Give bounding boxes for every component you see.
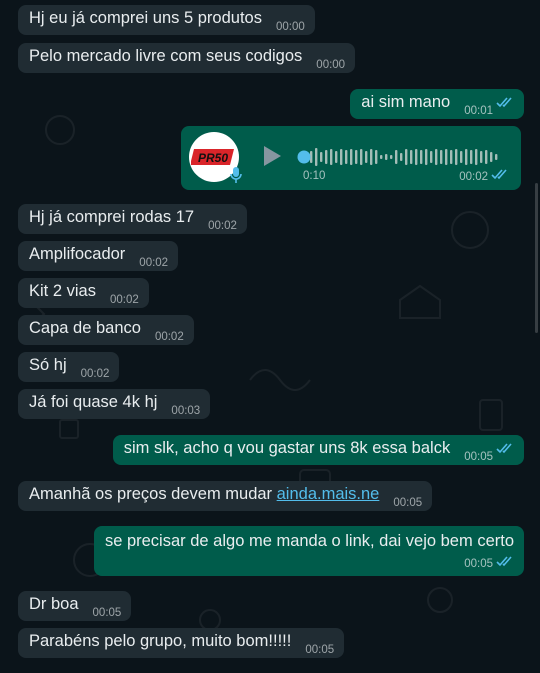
message-text: Parabéns pelo grupo, muito bom!!!!! (29, 631, 292, 650)
message-text: Capa de banco (29, 318, 141, 337)
message-time: 00:00 (316, 59, 346, 71)
mic-icon (229, 166, 243, 189)
message-time: 00:03 (171, 405, 201, 417)
message-time: 00:05 (92, 607, 122, 619)
double-check-read-icon (496, 440, 514, 459)
message-incoming[interactable]: Só hj 00:02 (18, 352, 120, 382)
message-link[interactable]: ainda.mais.ne (277, 485, 380, 503)
scrollbar[interactable] (535, 183, 538, 333)
message-text: sim slk, acho q vou gastar uns 8k essa b… (123, 438, 451, 457)
message-incoming[interactable]: Amplifocador 00:02 (18, 241, 179, 271)
double-check-read-icon (491, 169, 509, 183)
message-time: 00:01 (464, 105, 493, 117)
message-incoming[interactable]: Capa de banco 00:02 (18, 315, 194, 345)
double-check-read-icon (496, 94, 514, 113)
message-incoming[interactable]: Hj já comprei rodas 17 00:02 (18, 204, 247, 234)
message-incoming[interactable]: Hj eu já comprei uns 5 produtos 00:00 (18, 5, 315, 35)
message-time: 00:02 (139, 257, 169, 269)
message-text: Hj eu já comprei uns 5 produtos (29, 8, 262, 27)
message-time: 00:05 (464, 558, 493, 570)
double-check-read-icon (496, 556, 514, 570)
message-outgoing[interactable]: sim slk, acho q vou gastar uns 8k essa b… (112, 435, 524, 465)
message-text: Dr boa (29, 594, 79, 613)
message-outgoing[interactable]: ai sim mano 00:01 (350, 89, 524, 119)
message-time: 00:02 (208, 220, 237, 232)
message-incoming[interactable]: Pelo mercado livre com seus codigos 00:0… (18, 43, 356, 73)
message-meta: 00:02 (459, 169, 509, 184)
play-icon[interactable] (261, 144, 283, 173)
message-time: 00:00 (275, 21, 305, 33)
message-incoming[interactable]: Já foi quase 4k hj 00:03 (18, 389, 211, 419)
message-time: 00:05 (393, 497, 423, 509)
message-text: ai sim mano (361, 92, 451, 111)
message-text: Já foi quase 4k hj (29, 392, 158, 411)
message-time: 00:02 (459, 171, 488, 183)
message-incoming[interactable]: Amanhã os preços devem mudar ainda.mais.… (18, 481, 433, 511)
audio-waveform[interactable] (296, 145, 506, 169)
svg-text:PR50: PR50 (198, 151, 228, 165)
message-time: 00:05 (464, 451, 493, 463)
message-meta: 00:05 (464, 556, 514, 571)
message-text: Amplifocador (29, 244, 126, 263)
playback-thumb (297, 150, 311, 164)
message-time: 00:05 (305, 644, 335, 656)
message-time: 00:02 (154, 331, 184, 343)
voice-duration: 0:10 (303, 170, 326, 182)
message-text: Pelo mercado livre com seus codigos (29, 46, 303, 65)
message-text: Kit 2 vias (29, 281, 96, 300)
message-text-prefix: Amanhã os preços devem mudar (29, 484, 277, 503)
chat-area[interactable]: Hj eu já comprei uns 5 produtos 00:00 Pe… (0, 0, 540, 673)
message-incoming[interactable]: Dr boa 00:05 (18, 591, 132, 621)
message-time: 00:02 (80, 368, 110, 380)
message-text: Amanhã os preços devem mudar ainda.mais.… (29, 485, 379, 504)
message-time: 00:02 (109, 294, 139, 306)
message-incoming[interactable]: Kit 2 vias 00:02 (18, 278, 149, 308)
message-text: Só hj (29, 355, 67, 374)
voice-message[interactable]: PR50 0:10 00:02 (181, 126, 521, 190)
message-text: se precisar de algo me manda o link, dai… (104, 532, 514, 550)
message-outgoing[interactable]: se precisar de algo me manda o link, dai… (93, 526, 524, 576)
message-incoming[interactable]: Parabéns pelo grupo, muito bom!!!!! 00:0… (18, 628, 345, 658)
message-text: Hj já comprei rodas 17 (29, 207, 195, 226)
